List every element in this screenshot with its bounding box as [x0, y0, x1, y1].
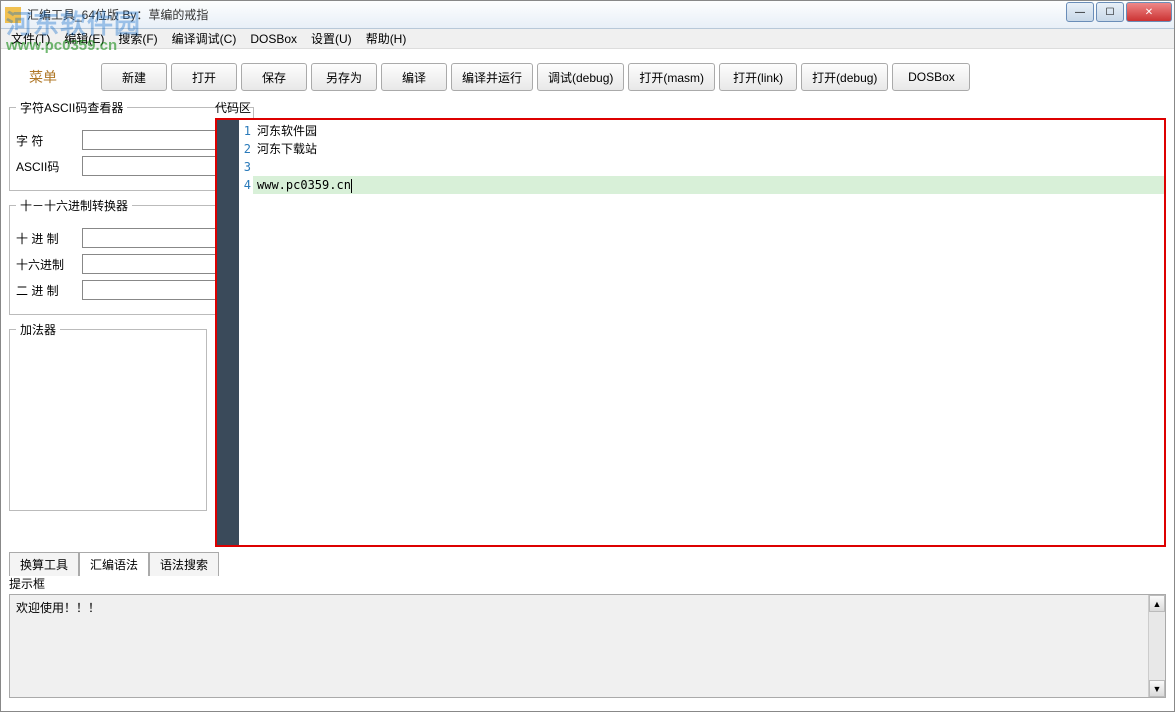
char-label: 字 符 [16, 132, 82, 149]
code-line[interactable]: 河东下载站 [253, 140, 1164, 158]
code-line[interactable]: 河东软件园 [253, 122, 1164, 140]
line-numbers: 1 2 3 4 [239, 120, 253, 545]
window-controls: — ☐ ✕ [1066, 2, 1172, 22]
ascii-label: ASCII码 [16, 158, 82, 175]
code-editor[interactable]: 1 2 3 4 河东软件园 河东下载站 www.pc0359.cn [215, 118, 1166, 547]
scroll-down-icon[interactable]: ▼ [1149, 680, 1165, 697]
window-title: 汇编工具_64位版 By：草编的戒指 [27, 6, 208, 23]
sidebar: 字符ASCII码查看器 字 符 ASCII码 十－十六进制转换器 十 进 制 十… [9, 99, 207, 547]
open-masm-button[interactable]: 打开(masm) [628, 63, 715, 91]
bin-label: 二 进 制 [16, 282, 82, 299]
compile-run-button[interactable]: 编译并运行 [451, 63, 533, 91]
menu-search[interactable]: 搜索(F) [112, 28, 163, 49]
save-button[interactable]: 保存 [241, 63, 307, 91]
toolbar: 菜单 新建 打开 保存 另存为 编译 编译并运行 调试(debug) 打开(ma… [1, 49, 1174, 99]
menu-edit[interactable]: 编辑(E) [58, 28, 110, 49]
code-section: 代码区 1 2 3 4 河东软件园 河东下载站 www.pc0359.cn [215, 99, 1166, 547]
code-area-label: 代码区 [215, 99, 1166, 116]
close-button[interactable]: ✕ [1126, 2, 1172, 22]
code-text: www.pc0359.cn [257, 178, 351, 192]
gutter-margin [217, 120, 239, 545]
app-icon [5, 7, 21, 23]
code-line[interactable] [253, 158, 1164, 176]
menu-file[interactable]: 文件(T) [5, 28, 56, 49]
menu-settings[interactable]: 设置(U) [305, 28, 358, 49]
hint-scrollbar[interactable]: ▲ ▼ [1148, 595, 1165, 697]
text-cursor [351, 179, 352, 193]
adder-title: 加法器 [16, 321, 60, 338]
hint-text: 欢迎使用！！！ [16, 601, 100, 615]
main-area: 字符ASCII码查看器 字 符 ASCII码 十－十六进制转换器 十 进 制 十… [1, 99, 1174, 547]
code-line-current[interactable]: www.pc0359.cn [253, 176, 1164, 194]
debug-button[interactable]: 调试(debug) [537, 63, 624, 91]
scroll-up-icon[interactable]: ▲ [1149, 595, 1165, 612]
hint-section: 提示框 欢迎使用！！！ ▲ ▼ [9, 575, 1166, 698]
code-lines[interactable]: 河东软件园 河东下载站 www.pc0359.cn [253, 120, 1164, 545]
hint-box: 欢迎使用！！！ ▲ ▼ [9, 594, 1166, 698]
menu-help[interactable]: 帮助(H) [360, 28, 413, 49]
dosbox-button[interactable]: DOSBox [892, 63, 970, 91]
tab-asm-syntax[interactable]: 汇编语法 [79, 552, 149, 576]
adder-panel: 加法器 [9, 321, 207, 511]
minimize-button[interactable]: — [1066, 2, 1094, 22]
hint-label: 提示框 [9, 575, 1166, 592]
open-link-button[interactable]: 打开(link) [719, 63, 797, 91]
radix-title: 十－十六进制转换器 [16, 197, 132, 214]
tab-convert-tools[interactable]: 换算工具 [9, 552, 79, 576]
saveas-button[interactable]: 另存为 [311, 63, 377, 91]
titlebar: 汇编工具_64位版 By：草编的戒指 — ☐ ✕ [1, 1, 1174, 29]
ascii-viewer-title: 字符ASCII码查看器 [16, 99, 127, 116]
open-debug-button[interactable]: 打开(debug) [801, 63, 888, 91]
line-num: 1 [239, 122, 253, 140]
menubar: 文件(T) 编辑(E) 搜索(F) 编译调试(C) DOSBox 设置(U) 帮… [1, 29, 1174, 49]
compile-button[interactable]: 编译 [381, 63, 447, 91]
hex-label: 十六进制 [16, 256, 82, 273]
tab-syntax-search[interactable]: 语法搜索 [149, 552, 219, 576]
menu-dosbox[interactable]: DOSBox [244, 30, 303, 48]
new-button[interactable]: 新建 [101, 63, 167, 91]
menu-compile[interactable]: 编译调试(C) [166, 28, 243, 49]
line-num: 4 [239, 176, 253, 194]
open-button[interactable]: 打开 [171, 63, 237, 91]
dec-label: 十 进 制 [16, 230, 82, 247]
menu-section-label: 菜单 [29, 67, 57, 87]
maximize-button[interactable]: ☐ [1096, 2, 1124, 22]
line-num: 2 [239, 140, 253, 158]
line-num: 3 [239, 158, 253, 176]
bottom-tabs: 换算工具 汇编语法 语法搜索 [1, 547, 1174, 575]
